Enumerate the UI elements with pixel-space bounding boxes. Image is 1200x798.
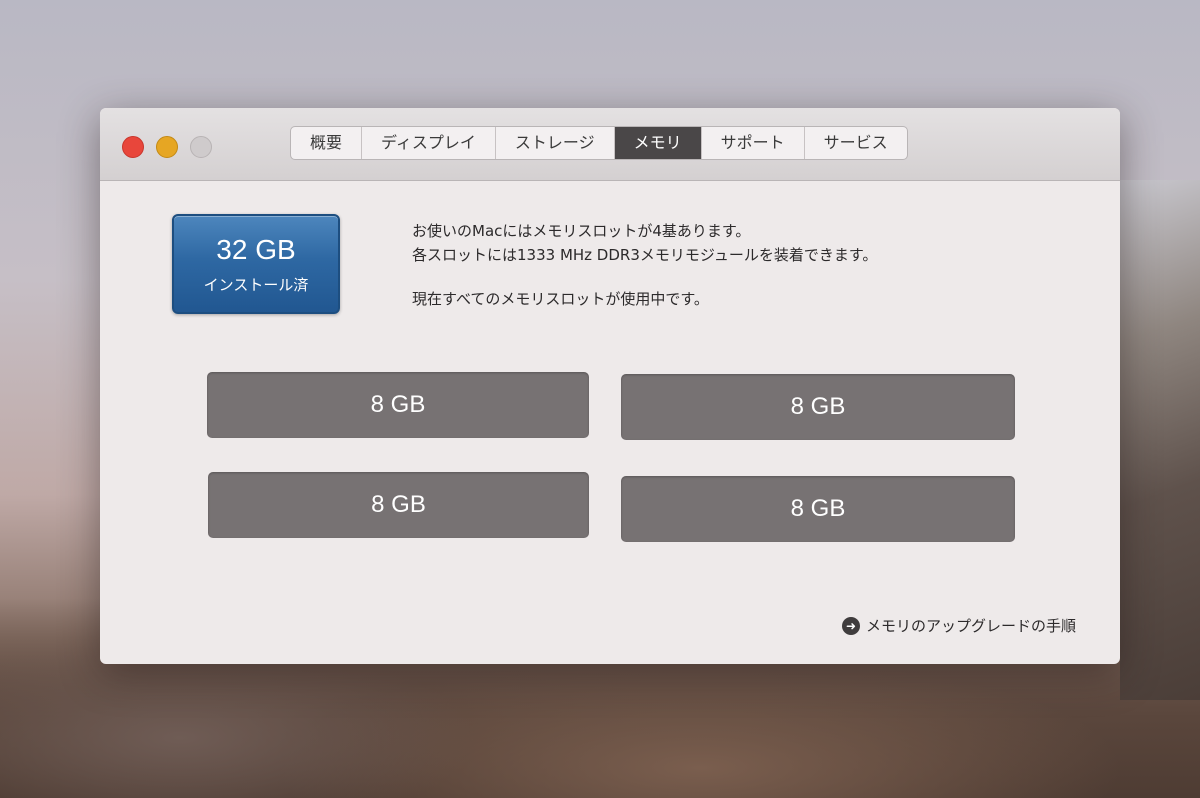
arrow-right-circle-icon: ➜: [841, 616, 860, 635]
tab-overview[interactable]: 概要: [291, 127, 363, 159]
memory-slot-3: 8 GB: [208, 472, 589, 538]
memory-upgrade-link[interactable]: ➜ メモリのアップグレードの手順: [841, 615, 1076, 636]
installed-memory-size: 32 GB: [216, 234, 296, 265]
installed-label: インストール済: [203, 276, 309, 294]
memory-slot-1: 8 GB: [207, 372, 589, 438]
slot-spec-text: 各スロットには1333 MHz DDR3メモリモジュールを装着できます。: [412, 246, 878, 264]
minimize-icon[interactable]: [156, 136, 178, 158]
close-icon[interactable]: [122, 136, 144, 158]
tab-storage[interactable]: ストレージ: [496, 127, 615, 159]
memory-slot-2: 8 GB: [621, 374, 1015, 440]
tab-support[interactable]: サポート: [702, 127, 805, 159]
installed-memory-badge: 32 GB インストール済: [172, 214, 340, 314]
tab-displays[interactable]: ディスプレイ: [362, 127, 496, 159]
memory-slot-4: 8 GB: [621, 476, 1015, 542]
slot-status-text: 現在すべてのメモリスロットが使用中です。: [412, 290, 709, 308]
memory-upgrade-label: メモリのアップグレードの手順: [865, 617, 1076, 635]
zoom-icon: [190, 136, 212, 158]
title-bar: 概要 ディスプレイ ストレージ メモリ サポート サービス: [100, 108, 1120, 181]
tab-memory[interactable]: メモリ: [614, 127, 702, 159]
desktop-mountain: [1120, 180, 1200, 700]
tab-service[interactable]: サービス: [805, 127, 907, 159]
about-this-mac-window: 概要 ディスプレイ ストレージ メモリ サポート サービス 32 GB インスト…: [100, 108, 1120, 664]
tab-bar: 概要 ディスプレイ ストレージ メモリ サポート サービス: [290, 126, 908, 160]
slot-count-text: お使いのMacにはメモリスロットが4基あります。: [412, 222, 751, 240]
